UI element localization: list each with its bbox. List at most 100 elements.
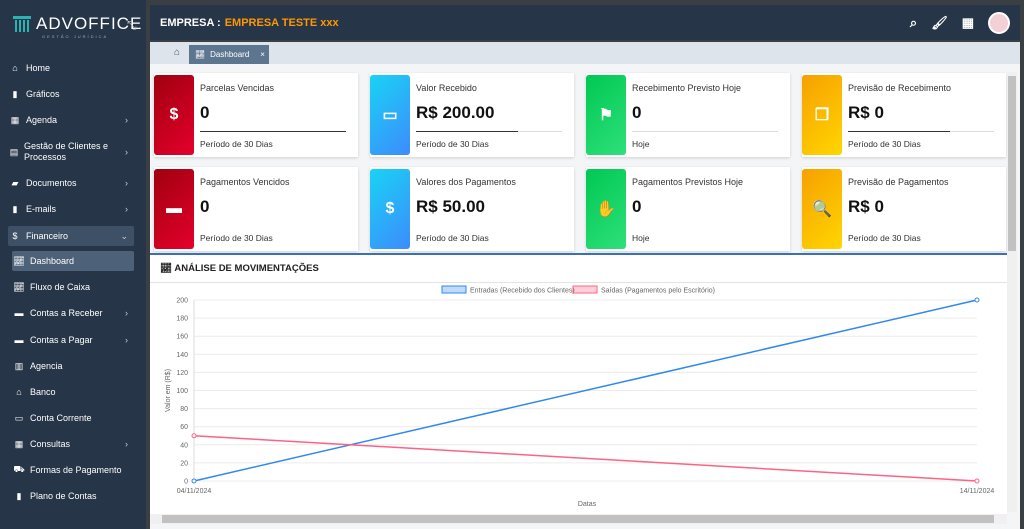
chevron-right-icon: › — [125, 178, 128, 188]
sidebar-item-documentos[interactable]: ▰ Documentos › — [8, 173, 134, 193]
sidebar-item-label: Banco — [30, 386, 56, 397]
panel-title: ANÁLISE DE MOVIMENTAÇÕES — [174, 263, 319, 274]
chevron-right-icon: › — [125, 115, 128, 125]
card-period: Período de 30 Dias — [848, 139, 921, 149]
sidebar-item-label: Formas de Pagamento — [30, 464, 122, 475]
tab-dashboard[interactable]: 📈︎ Dashboard × — [189, 45, 269, 64]
sidebar-item-fluxo-de-caixa[interactable]: 📈︎ Fluxo de Caixa — [12, 277, 134, 297]
horizontal-scrollbar[interactable] — [150, 514, 1007, 524]
progress-bar — [632, 131, 778, 132]
sidebar-item-label: Gráficos — [26, 88, 60, 99]
movements-panel: 📈︎ ANÁLISE DE MOVIMENTAÇÕES 0 20 40 60 80 100… — [150, 253, 1007, 515]
sidebar-item-agenda[interactable]: ▦ Agenda › — [8, 110, 134, 130]
sidebar-item-formas-de-pagamento[interactable]: ⛟ Formas de Pagamento — [12, 460, 134, 480]
sidebar-item-financeiro[interactable]: $ Financeiro ⌄ — [8, 226, 134, 246]
stat-card: ✋ Pagamentos Previstos Hoje 0 Hoje — [586, 167, 790, 251]
flag-icon: ⚑ — [586, 75, 626, 155]
data-point[interactable] — [974, 297, 980, 303]
home-icon: ⌂ — [12, 63, 18, 73]
card-label: Previsão de Pagamentos — [848, 177, 949, 187]
dollar-icon: $ — [12, 231, 18, 241]
sidebar-item-label: Consultas — [30, 438, 71, 449]
stat-card: $ Valores dos Pagamentos R$ 50.00 Períod… — [370, 167, 574, 251]
sidebar-item-dashboard[interactable]: 📈︎ Dashboard — [12, 251, 134, 271]
legend-label[interactable]: Saídas (Pagamentos pelo Escritório) — [601, 288, 715, 295]
sidebar-item-gráficos[interactable]: ▮ Gráficos — [8, 84, 134, 104]
progress-bar — [416, 131, 562, 132]
chevron-right-icon: › — [125, 204, 128, 214]
close-icon[interactable]: × — [260, 50, 265, 59]
data-point[interactable] — [974, 478, 980, 484]
card-period: Hoje — [632, 139, 650, 149]
sidebar-item-banco[interactable]: ⌂ Banco — [12, 382, 134, 402]
sidebar-item-label: Agenda — [26, 114, 58, 125]
stat-card: $ Parcelas Vencidas 0 Período de 30 Dias — [154, 73, 358, 157]
sidebar-item-contas-a-receber[interactable]: ▬ Contas a Receber › — [12, 303, 134, 323]
legend-label[interactable]: Entradas (Recebido dos Clientes) — [470, 288, 575, 295]
folder-icon: ▰ — [11, 177, 19, 188]
x-axis-label: Datas — [578, 501, 597, 508]
progress-bar — [200, 131, 346, 132]
search-dollar-icon: 🔍 — [802, 169, 842, 249]
card-label: Parcelas Vencidas — [200, 83, 275, 93]
grid-icon[interactable]: ▦ — [962, 15, 974, 31]
id-card-icon: ▤ — [9, 146, 19, 157]
data-point[interactable] — [191, 478, 197, 484]
chevron-right-icon: › — [125, 439, 128, 449]
line-chart: 0 20 40 60 80 100 120 140 160 180 200 04/11/2024 14/… — [165, 285, 995, 508]
sidebar-item-contas-a-pagar[interactable]: ▬ Contas a Pagar › — [12, 330, 134, 350]
avatar[interactable] — [988, 12, 1010, 34]
invoice-dollar-icon: $ — [154, 75, 194, 155]
sidebar-item-gestão-de-clientes-e-processos[interactable]: ▤ Gestão de Clientes e Processos › — [8, 139, 134, 165]
building-icon: ▥ — [14, 360, 24, 371]
collapse-icon[interactable]: ⤡ — [127, 18, 137, 33]
file-icon: ▮ — [12, 203, 18, 214]
sidebar-item-conta-corrente[interactable]: ▭ Conta Corrente — [12, 408, 134, 428]
sidebar-item-label: Fluxo de Caixa — [30, 281, 91, 292]
card-value: R$ 0 — [848, 103, 884, 122]
tab-label: Dashboard — [210, 50, 250, 59]
sidebar-item-e-mails[interactable]: ▮ E-mails › — [8, 199, 134, 219]
y-tick-label: 160 — [176, 334, 188, 341]
search-icon[interactable]: ⌕ — [910, 15, 917, 31]
home-icon[interactable]: ⌂ — [174, 47, 180, 58]
y-tick-label: 100 — [176, 388, 188, 395]
x-tick-label: 14/11/2024 — [960, 488, 995, 495]
legend-swatch[interactable] — [572, 285, 598, 294]
card-value: R$ 200.00 — [416, 103, 495, 122]
copy-icon: ❐ — [802, 75, 842, 155]
legend-swatch[interactable] — [441, 285, 467, 294]
money-icon: ▬ — [14, 308, 24, 318]
chart-line-icon: 📈︎ — [13, 255, 25, 266]
sidebar-item-plano-de-contas[interactable]: ▮ Plano de Contas — [12, 486, 134, 506]
cart-icon: ⛟ — [13, 464, 25, 474]
stat-card: ❐ Previsão de Recebimento R$ 0 Período d… — [802, 73, 1006, 157]
card-period: Hoje — [632, 233, 650, 243]
x-tick-label: 04/11/2024 — [177, 488, 212, 495]
table-icon: ▦ — [14, 438, 24, 449]
sidebar-item-label: Financeiro — [26, 230, 69, 241]
chart-line-icon: 📈︎ — [160, 263, 175, 274]
card-period: Período de 30 Dias — [848, 233, 921, 243]
card-period: Período de 30 Dias — [416, 233, 489, 243]
stat-card: ⚑ Recebimento Previsto Hoje 0 Hoje — [586, 73, 790, 157]
y-tick-label: 80 — [180, 406, 188, 413]
sidebar-item-consultas[interactable]: ▦ Consultas › — [12, 434, 134, 454]
sidebar-item-label: Home — [26, 62, 51, 73]
sidebar-item-home[interactable]: ⌂ Home — [8, 58, 134, 78]
data-point[interactable] — [191, 433, 197, 439]
vertical-scrollbar[interactable] — [1007, 72, 1017, 512]
paint-roller-icon[interactable]: 🖌︎ — [931, 15, 948, 31]
card-value: R$ 50.00 — [416, 197, 485, 216]
card-value: 0 — [632, 197, 642, 216]
y-tick-label: 140 — [176, 352, 188, 359]
card-icon: ▭ — [14, 412, 24, 423]
calendar-icon: ▦ — [10, 114, 20, 125]
sidebar-item-agencia[interactable]: ▥ Agencia — [12, 356, 134, 376]
card-value: 0 — [200, 197, 210, 216]
card-label: Valor Recebido — [416, 83, 477, 93]
bank-icon: ⌂ — [16, 387, 22, 397]
y-tick-label: 0 — [184, 479, 188, 486]
sidebar-item-label: Documentos — [26, 177, 77, 188]
company-name[interactable]: EMPRESA TESTE xxx — [225, 17, 339, 29]
